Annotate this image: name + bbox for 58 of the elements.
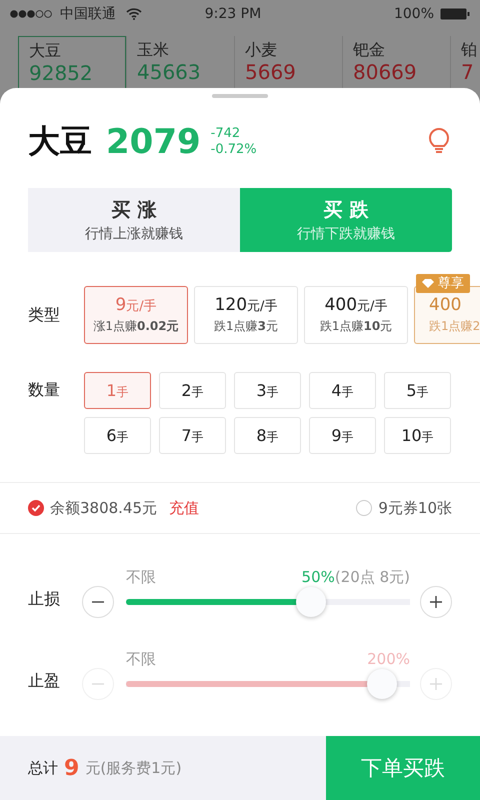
quantity-option[interactable]: 9手	[309, 417, 376, 454]
quantity-option[interactable]: 4手	[309, 372, 376, 409]
balance-checkbox[interactable]	[28, 500, 44, 516]
ticker-price: 7	[461, 60, 475, 84]
clock: 9:23 PM	[204, 6, 262, 22]
slider-reading: 50%(20点 8元)	[302, 568, 410, 587]
quantity-label: 数量	[28, 380, 61, 401]
quantity-option[interactable]: 2手	[159, 372, 226, 409]
carrier: 中国联通	[60, 5, 116, 23]
total-label: 总计	[28, 758, 58, 778]
quantity-option[interactable]: 10手	[384, 417, 451, 454]
coupon-radio[interactable]	[356, 500, 372, 516]
ticker-price: 45663	[137, 60, 202, 84]
ticker-name: 小麦	[245, 40, 278, 60]
direction-tab[interactable]: 买 涨 行情上涨就赚钱	[28, 188, 240, 252]
check-icon	[30, 502, 42, 514]
ticker-name: 大豆	[29, 41, 62, 61]
signal-icon	[10, 10, 54, 18]
ticker-price: 80669	[353, 60, 418, 84]
product-price: 2079	[106, 122, 201, 162]
slider-label: 止盈	[28, 671, 61, 692]
plus-button[interactable]	[420, 586, 452, 618]
slider-reading: 200%	[367, 650, 410, 669]
lightbulb-icon[interactable]	[428, 128, 450, 156]
product-name: 大豆	[28, 121, 92, 162]
ticker-name: 玉米	[137, 40, 170, 60]
coupon-text: 9元券10张	[378, 498, 452, 518]
battery-icon	[440, 8, 470, 20]
wifi-icon	[126, 8, 142, 20]
balance-text: 余额3808.45元	[50, 498, 158, 518]
ticker-price: 5669	[245, 60, 297, 84]
minus-button[interactable]	[82, 586, 114, 618]
quantity-option[interactable]: 5手	[384, 372, 451, 409]
premium-badge: 尊享	[416, 274, 470, 293]
type-option[interactable]: 9元/手 涨1点赚0.02元	[84, 286, 188, 344]
slider-thumb[interactable]	[296, 587, 326, 617]
total-note: 元(服务费1元)	[85, 758, 182, 778]
slider-label: 止损	[28, 589, 61, 610]
slider-min-label: 不限	[126, 650, 156, 669]
quantity-option[interactable]: 7手	[159, 417, 226, 454]
price-change-percent: -0.72%	[210, 142, 257, 158]
ticker-price: 92852	[29, 61, 94, 85]
quantity-option[interactable]: 8手	[234, 417, 301, 454]
type-label: 类型	[28, 304, 61, 326]
quantity-option[interactable]: 3手	[234, 372, 301, 409]
ticker-name: 钯金	[353, 40, 386, 60]
quantity-option[interactable]: 6手	[84, 417, 151, 454]
ticker-name: 铂	[461, 40, 478, 60]
battery-percent: 100%	[394, 6, 434, 22]
total-amount: 9	[64, 756, 80, 780]
recharge-link[interactable]: 充值	[169, 498, 200, 518]
slider-min-label: 不限	[126, 568, 156, 587]
type-option[interactable]: 400元/手 跌1点赚10元	[304, 286, 408, 344]
type-option[interactable]: 120元/手 跌1点赚3元	[194, 286, 298, 344]
drag-handle[interactable]	[212, 94, 268, 98]
plus-icon	[429, 677, 443, 691]
price-change: -742	[210, 126, 242, 142]
plus-icon	[429, 595, 443, 609]
